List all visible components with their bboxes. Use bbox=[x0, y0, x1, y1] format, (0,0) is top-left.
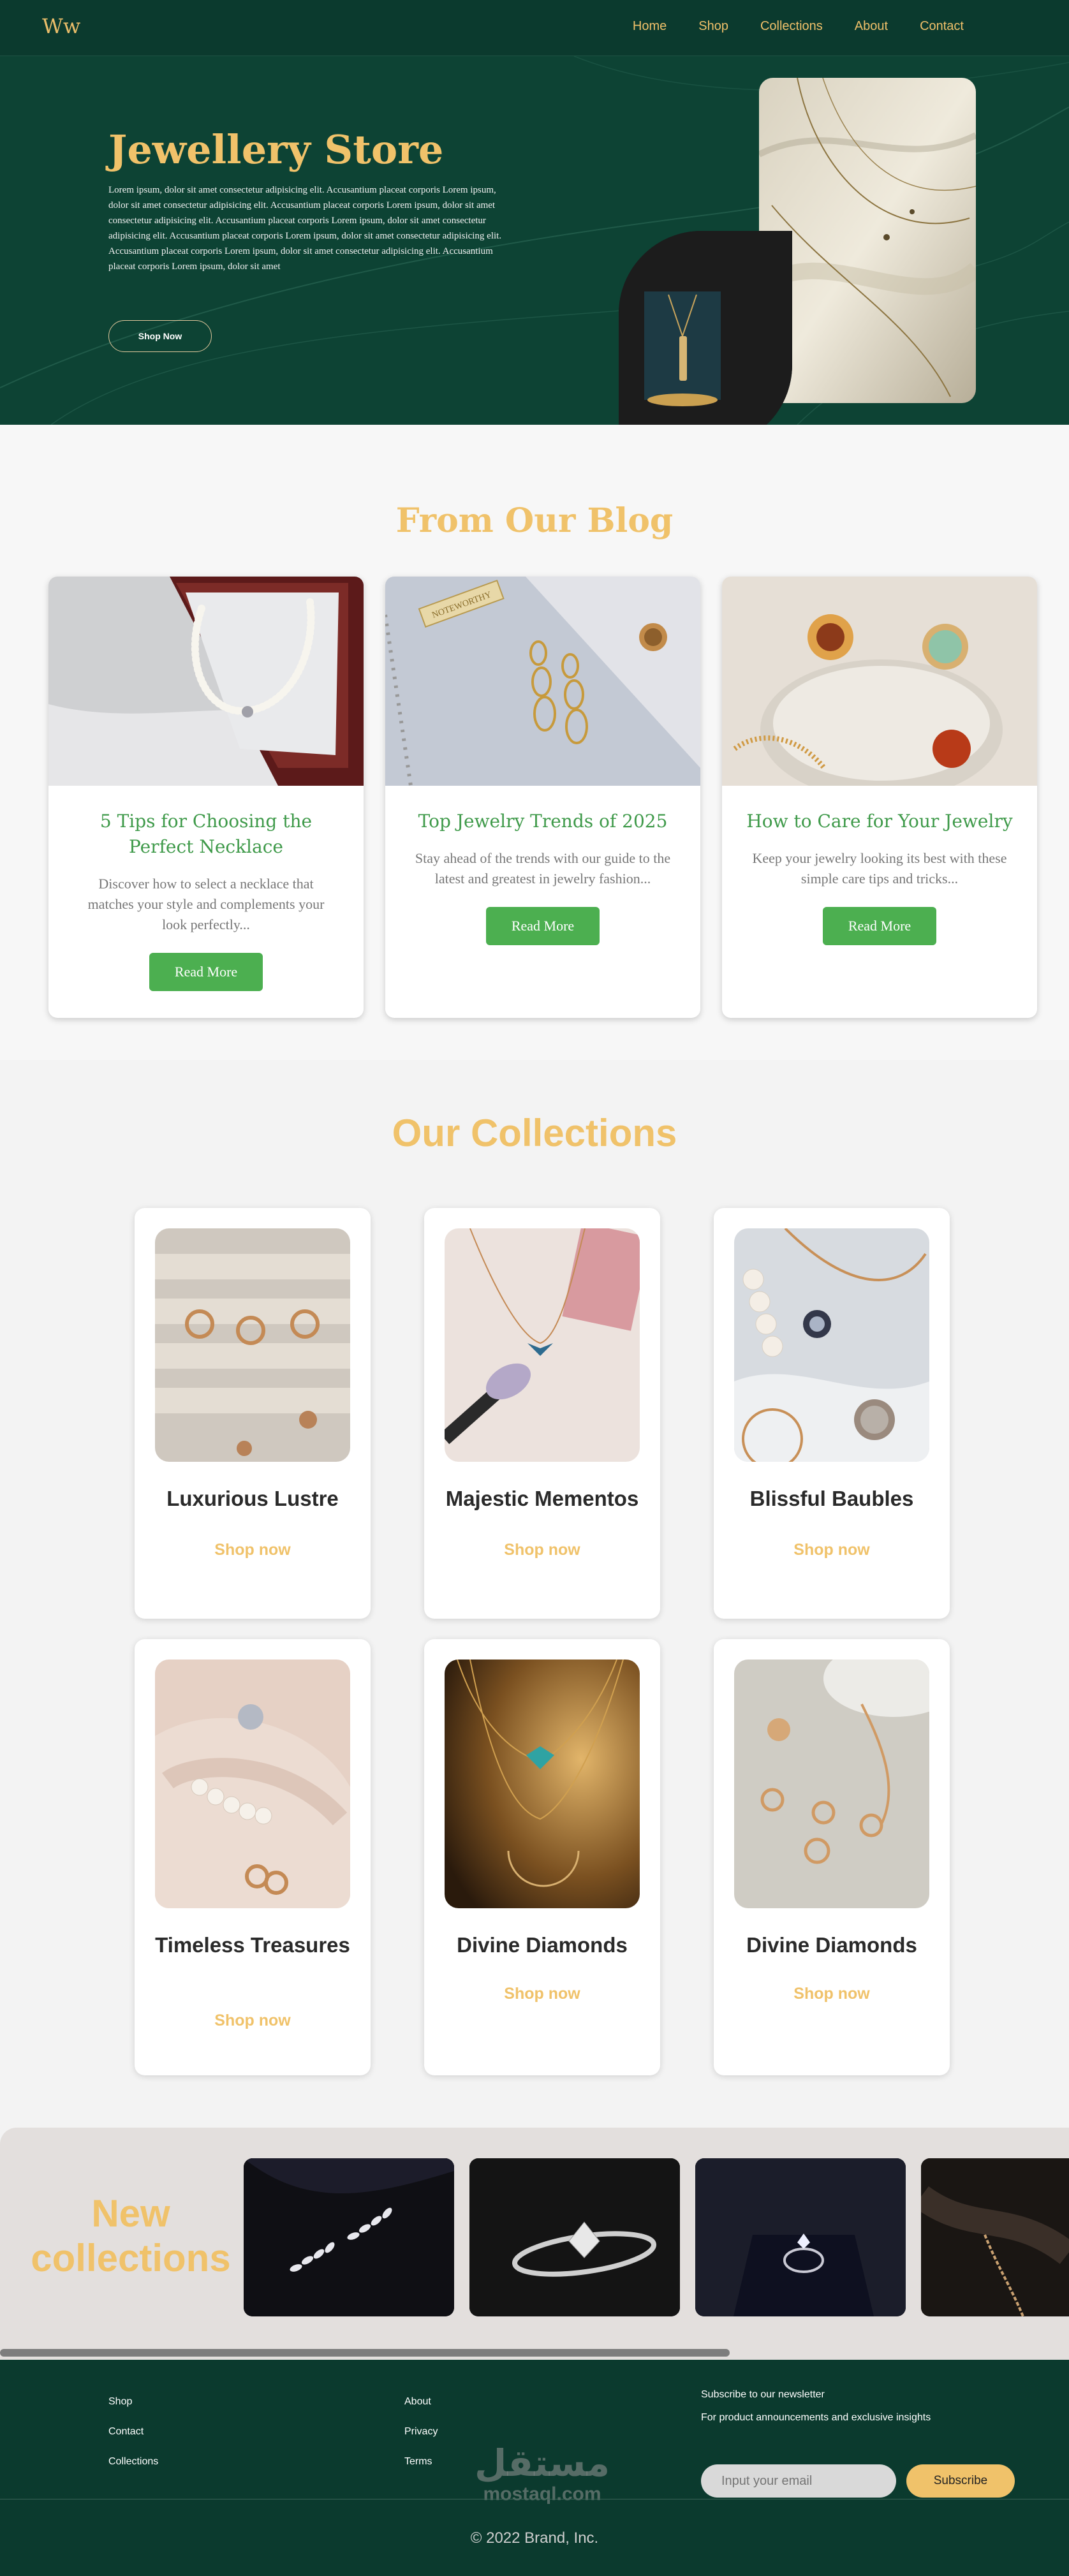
collection-card[interactable]: Divine Diamonds Shop now bbox=[714, 1639, 950, 2075]
collection-image-moon-necklace bbox=[445, 1660, 640, 1908]
shop-now-link[interactable]: Shop now bbox=[714, 1985, 950, 2003]
read-more-button[interactable]: Read More bbox=[149, 953, 263, 991]
blog-image-pearl-necklace bbox=[48, 577, 364, 786]
blog-section-title: From Our Blog bbox=[395, 501, 674, 540]
footer-link-terms[interactable]: Terms bbox=[404, 2457, 438, 2467]
subscribe-button[interactable]: Subscribe bbox=[906, 2464, 1015, 2498]
nav-links: Home Shop Collections About Contact bbox=[633, 19, 964, 34]
collection-image-pearls-pendants bbox=[734, 1228, 929, 1462]
collection-name: Timeless Treasures bbox=[155, 1933, 350, 1957]
blog-card: How to Care for Your Jewelry Keep your j… bbox=[722, 577, 1037, 1018]
blog-post-excerpt: Discover how to select a necklace that m… bbox=[87, 876, 325, 932]
footer-link-contact[interactable]: Contact bbox=[108, 2427, 158, 2437]
footer-links-column: About Privacy Terms bbox=[404, 2397, 438, 2467]
shop-now-link[interactable]: Shop now bbox=[714, 1541, 950, 1559]
blog-card: 5 Tips for Choosing the Perfect Necklace… bbox=[48, 577, 364, 1018]
collection-card[interactable]: Blissful Baubles Shop now bbox=[714, 1208, 950, 1619]
scrollbar-thumb[interactable] bbox=[0, 2349, 730, 2357]
blog-image-gold-earrings-notebook: NOTEWORTHY bbox=[385, 577, 700, 786]
carousel-item-chain-bracelet[interactable] bbox=[921, 2158, 1069, 2316]
watermark-logo: مستقل mostaql.com bbox=[446, 2443, 638, 2505]
collection-card[interactable]: Timeless Treasures Shop now bbox=[135, 1639, 371, 2075]
blog-post-title[interactable]: How to Care for Your Jewelry bbox=[741, 809, 1018, 834]
newsletter-title: Subscribe to our newsletter bbox=[701, 2389, 825, 2400]
nav-link-about[interactable]: About bbox=[855, 19, 888, 34]
collection-name: Divine Diamonds bbox=[457, 1933, 628, 1957]
blog-post-title[interactable]: Top Jewelry Trends of 2025 bbox=[404, 809, 681, 834]
collection-name: Majestic Mementos bbox=[445, 1487, 639, 1510]
footer-link-privacy[interactable]: Privacy bbox=[404, 2427, 438, 2437]
shop-now-button[interactable]: Shop Now bbox=[108, 320, 212, 352]
collection-name: Blissful Baubles bbox=[749, 1487, 914, 1510]
blog-image-rings-on-stone bbox=[722, 577, 1037, 786]
blog-post-title[interactable]: 5 Tips for Choosing the Perfect Necklace bbox=[68, 809, 344, 860]
new-collections-title: New collections bbox=[31, 2192, 231, 2279]
footer-link-shop[interactable]: Shop bbox=[108, 2397, 158, 2407]
new-collections-section: New collections bbox=[0, 2128, 1069, 2360]
footer-link-collections[interactable]: Collections bbox=[108, 2457, 158, 2467]
brand-logo[interactable]: Ww bbox=[42, 14, 80, 38]
top-navbar: Ww Home Shop Collections About Contact bbox=[0, 0, 1069, 56]
collection-card[interactable]: Divine Diamonds Shop now bbox=[424, 1639, 660, 2075]
collection-name: Divine Diamonds bbox=[746, 1933, 917, 1957]
footer-link-about[interactable]: About bbox=[404, 2397, 438, 2407]
blog-card: NOTEWORTHY Top Jewelry Trends of 2025 St… bbox=[385, 577, 700, 1018]
carousel-item-diamond-ring[interactable] bbox=[469, 2158, 680, 2316]
blog-section: From Our Blog 5 Tips for Choosing the Pe… bbox=[0, 425, 1069, 1060]
copyright-text: © 2022 Brand, Inc. bbox=[470, 2529, 599, 2547]
footer-links-column: Shop Contact Collections bbox=[108, 2397, 158, 2467]
hero-title: Jewellery Store bbox=[108, 126, 444, 173]
blog-post-excerpt: Stay ahead of the trends with our guide … bbox=[415, 850, 671, 887]
carousel-item-leaf-earrings[interactable] bbox=[244, 2158, 454, 2316]
carousel-item-ring-box[interactable] bbox=[695, 2158, 906, 2316]
collections-section-title: Our Collections bbox=[392, 1112, 677, 1154]
shop-now-link[interactable]: Shop now bbox=[424, 1985, 660, 2003]
shop-now-link[interactable]: Shop now bbox=[135, 2012, 371, 2030]
hero-image-pendant-box bbox=[619, 231, 792, 448]
shop-now-link[interactable]: Shop now bbox=[424, 1541, 660, 1559]
collection-image-shell-pearls bbox=[155, 1660, 350, 1908]
hero-description: Lorem ipsum, dolor sit amet consectetur … bbox=[108, 185, 502, 272]
collection-card[interactable]: Luxurious Lustre Shop now bbox=[135, 1208, 371, 1619]
collection-card[interactable]: Majestic Mementos Shop now bbox=[424, 1208, 660, 1619]
horizontal-scrollbar[interactable] bbox=[0, 2347, 1069, 2357]
newsletter-subtitle: For product announcements and exclusive … bbox=[701, 2412, 931, 2423]
read-more-button[interactable]: Read More bbox=[486, 907, 600, 945]
nav-link-shop[interactable]: Shop bbox=[698, 19, 728, 34]
collection-image-rings-tray bbox=[155, 1228, 350, 1462]
collection-image-pendant-makeup bbox=[445, 1228, 640, 1462]
watermark-latin-text: mostaql.com bbox=[483, 2484, 601, 2505]
collection-name: Luxurious Lustre bbox=[166, 1487, 339, 1510]
nav-link-home[interactable]: Home bbox=[633, 19, 667, 34]
blog-post-excerpt: Keep your jewelry looking its best with … bbox=[752, 850, 1007, 887]
nav-link-contact[interactable]: Contact bbox=[920, 19, 964, 34]
watermark-arabic-text: مستقل bbox=[474, 2441, 610, 2485]
footer: Shop Contact Collections About Privacy T… bbox=[0, 2360, 1069, 2576]
collections-section: Our Collections Luxurious Lustre Shop no… bbox=[0, 1060, 1069, 2119]
email-input[interactable] bbox=[701, 2464, 896, 2498]
newsletter-form: Subscribe to our newsletter For product … bbox=[701, 2389, 1015, 2498]
read-more-button[interactable]: Read More bbox=[823, 907, 936, 945]
shop-now-link[interactable]: Shop now bbox=[135, 1541, 371, 1559]
nav-link-collections[interactable]: Collections bbox=[760, 19, 823, 34]
collection-image-rings-linen bbox=[734, 1660, 929, 1908]
